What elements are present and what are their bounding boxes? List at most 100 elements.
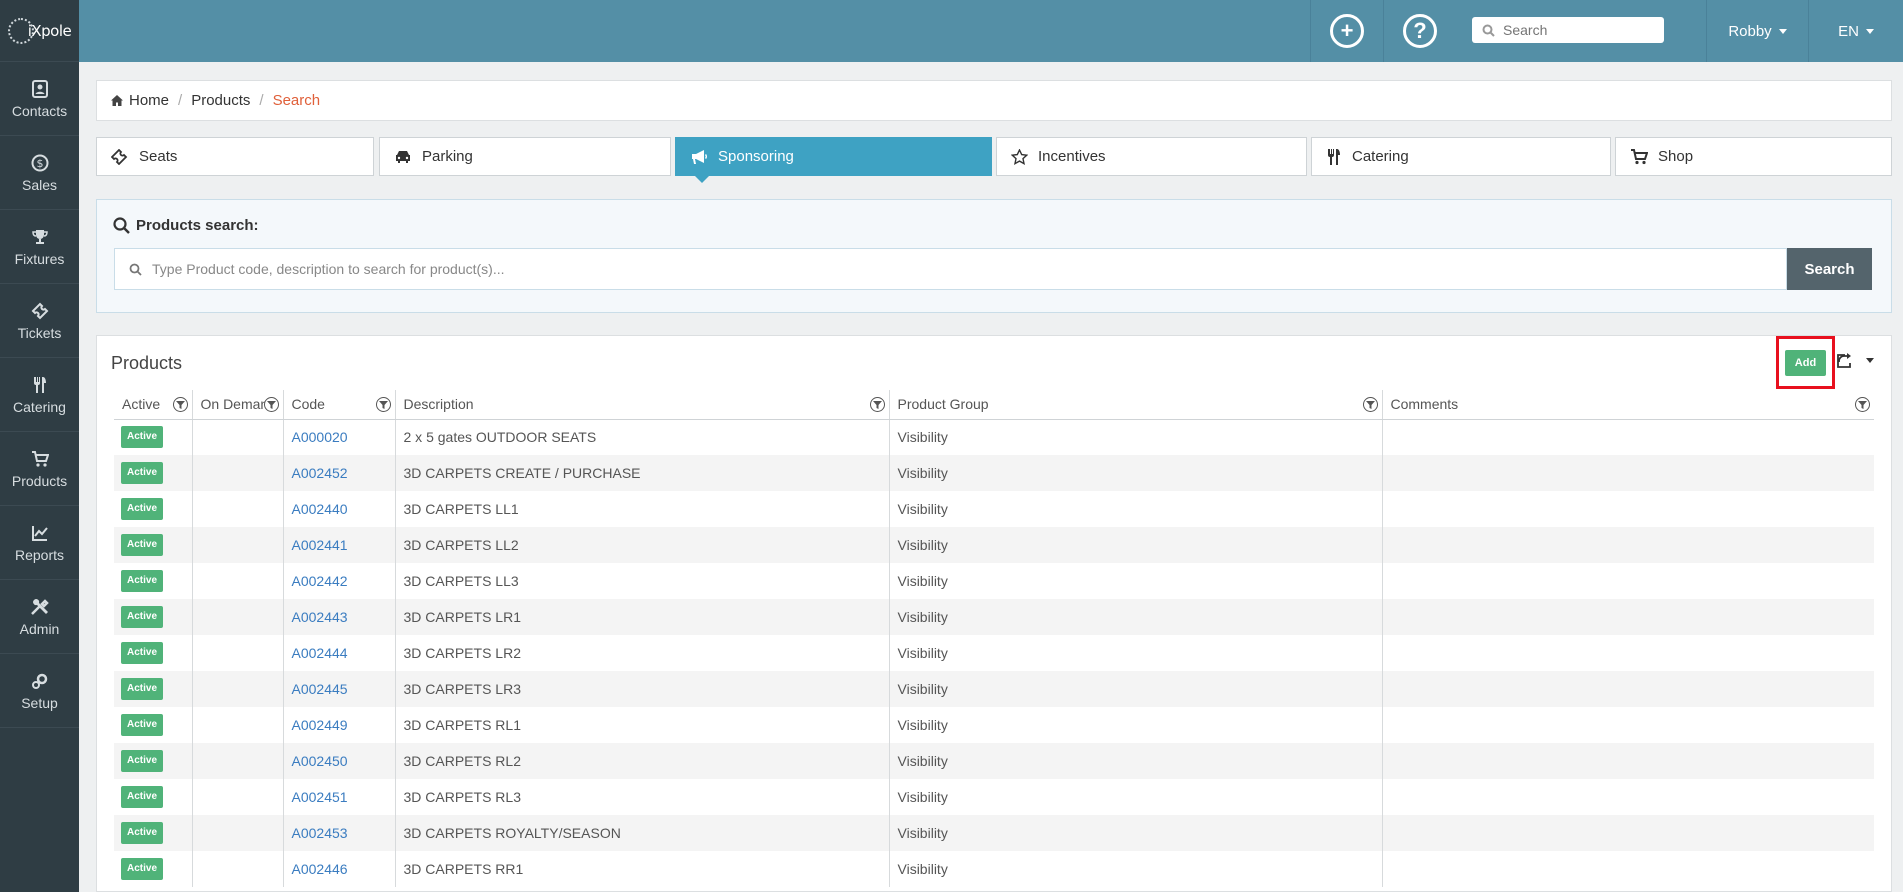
column-header-active[interactable]: Active — [114, 390, 192, 420]
cell-description: 3D CARPETS RL1 — [394, 707, 889, 743]
tab-shop[interactable]: Shop — [1615, 137, 1892, 176]
column-header-description[interactable]: Description — [394, 390, 889, 420]
add-button[interactable]: Add — [1784, 349, 1827, 376]
column-header-code[interactable]: Code — [282, 390, 395, 420]
sidebar-item-contacts[interactable]: Contacts — [0, 62, 79, 136]
cell-code: A000020 — [282, 419, 395, 455]
cell-comments — [1381, 455, 1874, 491]
cell-comments — [1381, 851, 1874, 887]
product-code-link[interactable]: A002451 — [292, 789, 348, 805]
table-row[interactable]: Active A002453 3D CARPETS ROYALTY/SEASON… — [114, 815, 1874, 851]
table-header-row: Active On Demand Code Description Produc… — [114, 390, 1874, 420]
products-search-title-text: Products search: — [136, 217, 259, 234]
add-new-button[interactable]: + — [1310, 0, 1383, 62]
column-header-comments[interactable]: Comments — [1381, 390, 1874, 420]
product-code-link[interactable]: A002446 — [292, 861, 348, 877]
cell-product-group: Visibility — [888, 779, 1382, 815]
status-badge: Active — [121, 858, 164, 880]
sidebar-item-fixtures[interactable]: Fixtures — [0, 210, 79, 284]
column-label: Description — [403, 396, 474, 413]
product-code-link[interactable]: A002444 — [292, 645, 348, 661]
table-row[interactable]: Active A002452 3D CARPETS CREATE / PURCH… — [114, 455, 1874, 491]
sidebar-item-reports[interactable]: Reports — [0, 506, 79, 580]
cell-product-group: Visibility — [888, 455, 1382, 491]
language-menu[interactable]: EN — [1808, 0, 1903, 62]
status-badge: Active — [121, 426, 164, 449]
column-header-on-demand[interactable]: On Demand — [191, 390, 283, 420]
filter-icon[interactable] — [263, 397, 279, 412]
products-search-input[interactable] — [152, 261, 1752, 277]
filter-icon[interactable] — [1362, 397, 1378, 412]
tab-incentives[interactable]: Incentives — [996, 137, 1307, 176]
product-code-link[interactable]: A000020 — [292, 429, 348, 445]
filter-icon[interactable] — [172, 397, 188, 412]
cell-product-group: Visibility — [888, 635, 1382, 671]
sidebar-item-catering[interactable]: Catering — [0, 358, 79, 432]
table-row[interactable]: Active A002445 3D CARPETS LR3 Visibility — [114, 671, 1874, 707]
table-row[interactable]: Active A002446 3D CARPETS RR1 Visibility — [114, 851, 1874, 887]
product-code-link[interactable]: A002443 — [292, 609, 348, 625]
tab-parking[interactable]: Parking — [379, 137, 671, 176]
user-menu[interactable]: Robby — [1706, 0, 1808, 62]
cell-on-demand — [191, 419, 283, 455]
product-code-link[interactable]: A002441 — [292, 537, 348, 553]
breadcrumb: Home / Products / Search — [96, 80, 1892, 121]
products-table-body: Active A000020 2 x 5 gates OUTDOOR SEATS… — [114, 419, 1874, 887]
product-code-link[interactable]: A002445 — [292, 681, 348, 697]
export-menu-button[interactable] — [1836, 352, 1874, 368]
product-code-link[interactable]: A002440 — [292, 501, 348, 517]
cell-comments — [1381, 815, 1874, 851]
cell-product-group: Visibility — [888, 707, 1382, 743]
help-button[interactable]: ? — [1383, 0, 1456, 62]
sidebar-item-sales[interactable]: $ Sales — [0, 136, 79, 210]
logo[interactable]: iXpole — [0, 0, 79, 62]
cell-active: Active — [114, 419, 192, 455]
filter-icon[interactable] — [375, 397, 391, 412]
table-row[interactable]: Active A002440 3D CARPETS LL1 Visibility — [114, 491, 1874, 527]
table-row[interactable]: Active A002442 3D CARPETS LL3 Visibility — [114, 563, 1874, 599]
status-badge: Active — [121, 498, 164, 520]
table-row[interactable]: Active A000020 2 x 5 gates OUTDOOR SEATS… — [114, 419, 1874, 455]
column-label: Code — [291, 396, 325, 413]
products-table: Active On Demand Code Description Produc… — [114, 390, 1874, 887]
plus-circle-icon: + — [1330, 14, 1364, 48]
table-row[interactable]: Active A002444 3D CARPETS LR2 Visibility — [114, 635, 1874, 671]
search-button[interactable]: Search — [1787, 248, 1872, 290]
cell-active: Active — [114, 671, 192, 707]
cell-description: 3D CARPETS LR1 — [394, 599, 889, 635]
breadcrumb-home[interactable]: Home — [129, 92, 169, 109]
sidebar-item-tickets[interactable]: Tickets — [0, 284, 79, 358]
cell-code: A002441 — [282, 527, 395, 563]
table-row[interactable]: Active A002450 3D CARPETS RL2 Visibility — [114, 743, 1874, 779]
table-row[interactable]: Active A002443 3D CARPETS LR1 Visibility — [114, 599, 1874, 635]
column-header-product-group[interactable]: Product Group — [888, 390, 1382, 420]
table-row[interactable]: Active A002441 3D CARPETS LL2 Visibility — [114, 527, 1874, 563]
tab-label: Incentives — [1038, 148, 1106, 165]
cell-code: A002452 — [282, 455, 395, 491]
contacts-icon — [29, 78, 51, 100]
table-row[interactable]: Active A002451 3D CARPETS RL3 Visibility — [114, 779, 1874, 815]
product-code-link[interactable]: A002452 — [292, 465, 348, 481]
product-code-link[interactable]: A002442 — [292, 573, 348, 589]
filter-icon[interactable] — [1855, 397, 1870, 412]
tab-seats[interactable]: Seats — [96, 137, 374, 176]
chevron-down-icon — [1865, 28, 1874, 34]
table-row[interactable]: Active A002449 3D CARPETS RL1 Visibility — [114, 707, 1874, 743]
sidebar-item-products[interactable]: Products — [0, 432, 79, 506]
cell-product-group: Visibility — [888, 851, 1382, 887]
global-search-input[interactable] — [1503, 22, 1653, 38]
breadcrumb-products[interactable]: Products — [191, 92, 250, 109]
product-code-link[interactable]: A002450 — [292, 753, 348, 769]
cell-on-demand — [191, 599, 283, 635]
tab-sponsoring[interactable]: Sponsoring — [675, 137, 992, 183]
cell-description: 3D CARPETS LR3 — [394, 671, 889, 707]
cell-product-group: Visibility — [888, 527, 1382, 563]
product-code-link[interactable]: A002449 — [292, 717, 348, 733]
home-icon — [111, 95, 123, 106]
filter-icon[interactable] — [869, 397, 885, 412]
column-label: Product Group — [897, 396, 989, 413]
sidebar-item-admin[interactable]: Admin — [0, 580, 79, 654]
tab-catering[interactable]: Catering — [1311, 137, 1611, 176]
sidebar-item-setup[interactable]: Setup — [0, 654, 79, 728]
product-code-link[interactable]: A002453 — [292, 825, 348, 841]
